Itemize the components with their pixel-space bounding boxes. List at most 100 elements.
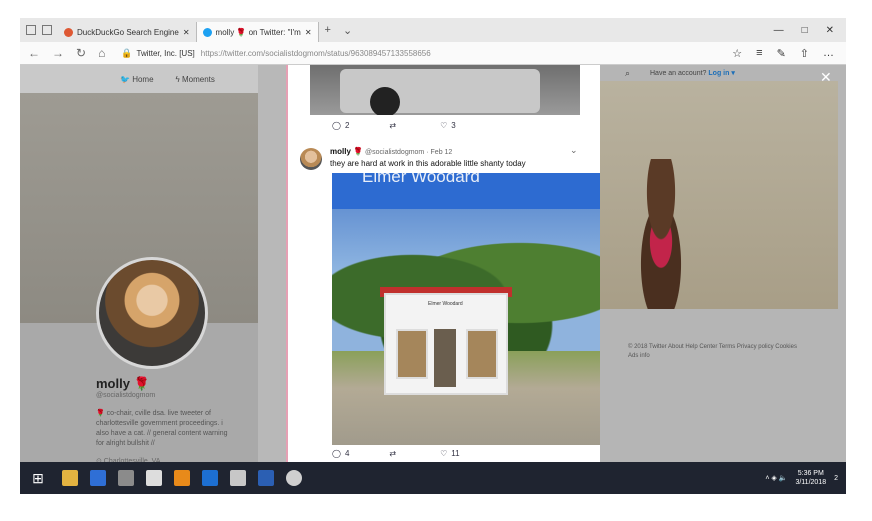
footer-links[interactable]: © 2018 Twitter About Help Center Terms P… [628,343,798,361]
reply-button[interactable]: ◯ 4 [332,449,349,458]
retweet-icon: ⇄ [389,449,397,458]
web-note-icon[interactable]: ✎ [777,47,786,60]
tab-label: molly 🌹 on Twitter: "I'm [215,27,301,37]
home-icon: 🐦 [120,74,133,84]
tray-icons[interactable]: ˄ ◈ 🔈 [765,474,787,482]
tweet-menu-chevron-icon[interactable]: ⌄ [570,145,578,156]
tab-duckduckgo[interactable]: DuckDuckGo Search Engine ✕ [58,22,197,42]
set-tabs-aside-icon[interactable] [42,25,52,35]
forward-arrow-icon[interactable]: → [52,46,64,60]
search-icon[interactable]: ⌕ [625,68,630,79]
like-button[interactable]: ♡ 11 [440,449,459,458]
app-icon[interactable] [230,470,246,486]
tab-menu-chevron-icon[interactable]: ⌄ [337,24,358,37]
vlc-icon[interactable] [174,470,190,486]
outlook-icon[interactable] [202,470,218,486]
shanty-window [396,329,428,379]
url-field[interactable]: https://twitter.com/socialistdogmom/stat… [201,49,431,58]
windows-taskbar: ⊞ ˄ ◈ 🔈 5:36 PM 3/11/2018 2 [20,462,846,494]
thread-line [286,65,288,462]
shanty-window [466,329,498,379]
word-icon[interactable] [258,470,274,486]
tweet-text: they are hard at work in this adorable l… [330,159,526,168]
login-prompt: Have an account? Log in ▾ [650,70,735,77]
app-icon[interactable] [286,470,302,486]
image-banner: Elmer Woodard [332,173,600,209]
tyre-shape [370,87,400,115]
notifications-icon[interactable]: 2 [834,475,838,482]
hub-icon[interactable]: ≡ [756,47,762,60]
previous-tweet-image[interactable] [310,65,580,115]
image-banner-text: Elmer Woodard [362,173,480,186]
tab-bar: DuckDuckGo Search Engine ✕ molly 🌹 on Tw… [20,18,846,42]
tweet-avatar[interactable] [300,148,322,170]
favorite-star-icon[interactable]: ☆ [732,47,742,60]
dog-photo [600,81,838,309]
back-arrow-icon[interactable]: ← [28,46,40,60]
shanty-door [434,329,456,387]
tweet-header: molly 🌹 @socialistdogmom · Feb 12 [330,147,453,156]
tab-bar-controls [20,25,58,35]
close-tab-icon[interactable]: ✕ [183,28,190,37]
retweet-button[interactable]: ⇄ [389,449,400,458]
right-panel: © 2018 Twitter About Help Center Terms P… [600,65,846,462]
profile-handle[interactable]: @socialistdogmom [96,392,155,399]
edge-browser-icon[interactable] [90,470,106,486]
reply-icon: ◯ [332,121,341,130]
app-icon[interactable] [146,470,162,486]
tweet-author[interactable]: molly 🌹 [330,147,363,156]
retweet-button[interactable]: ⇄ [389,121,400,130]
clock[interactable]: 5:36 PM 3/11/2018 [795,469,826,487]
address-bar: ← → ↻ ⌂ 🔒 Twitter, Inc. [US] https://twi… [20,42,846,65]
tab-label: DuckDuckGo Search Engine [77,27,179,37]
more-menu-icon[interactable]: … [823,47,834,60]
tweet-image[interactable]: Elmer Woodard Elmer Woodard [332,173,600,445]
heart-icon: ♡ [440,121,448,130]
file-explorer-icon[interactable] [62,470,78,486]
new-tab-button[interactable]: + [319,24,337,36]
shanty-building: Elmer Woodard [384,293,508,395]
shanty-sign: Elmer Woodard [428,301,463,307]
minimize-button[interactable]: — [774,25,784,36]
close-overlay-icon[interactable]: ✕ [820,69,832,86]
nav-home[interactable]: 🐦 Home [120,75,154,84]
reply-button[interactable]: ◯ 2 [332,121,349,130]
windows-start-icon[interactable]: ⊞ [28,468,48,488]
close-window-button[interactable]: ✕ [826,25,834,36]
twitter-nav: 🐦 Home ϟ Moments [20,65,258,93]
dog-shape [626,159,696,309]
tweet-actions: ◯ 4 ⇄ ♡ 11 [332,449,460,458]
profile-name[interactable]: molly 🌹 [96,376,150,392]
share-icon[interactable]: ⇧ [800,47,809,60]
duckduckgo-favicon-icon [64,27,73,37]
screen: DuckDuckGo Search Engine ✕ molly 🌹 on Tw… [20,18,846,494]
app-icon[interactable] [118,470,134,486]
tweet-date[interactable]: Feb 12 [431,149,453,156]
tweet-handle[interactable]: @socialistdogmom [365,149,424,156]
twitter-favicon-icon [202,27,212,37]
heart-icon: ♡ [440,449,448,458]
login-link[interactable]: Log in ▾ [708,70,734,77]
lock-icon[interactable]: 🔒 [121,48,132,59]
like-button[interactable]: ♡ 3 [440,121,456,130]
nav-buttons: ← → ↻ ⌂ [20,46,113,60]
avatar[interactable] [96,257,208,369]
page-content: 🐦 Home ϟ Moments molly 🌹 @socialistdogmo… [20,65,846,465]
nav-moments[interactable]: ϟ Moments [176,75,215,84]
close-tab-icon[interactable]: ✕ [305,28,312,37]
previous-tweet-actions: ◯ 2 ⇄ ♡ 3 [332,121,456,130]
profile-bio: 🌹 co-chair, cville dsa. live tweeter of … [96,410,228,447]
refresh-icon[interactable]: ↻ [76,46,86,60]
tweet-feed: ◯ 2 ⇄ ♡ 3 molly 🌹 @socialistdogmom · Feb 1… [286,65,600,462]
maximize-button[interactable]: □ [802,25,808,36]
home-icon[interactable]: ⌂ [98,46,105,60]
reply-icon: ◯ [332,449,341,458]
window-controls: — □ ✕ [774,25,846,36]
profile-panel: 🐦 Home ϟ Moments molly 🌹 @socialistdogmo… [20,65,258,465]
retweet-icon: ⇄ [389,121,397,130]
tab-twitter[interactable]: molly 🌹 on Twitter: "I'm ✕ [196,22,319,42]
toolbar-buttons: ☆ ≡ ✎ ⇧ … [732,47,846,60]
tab-preview-icon[interactable] [26,25,36,35]
site-identity[interactable]: Twitter, Inc. [US] [137,49,195,58]
system-tray: ˄ ◈ 🔈 5:36 PM 3/11/2018 2 [765,469,846,487]
